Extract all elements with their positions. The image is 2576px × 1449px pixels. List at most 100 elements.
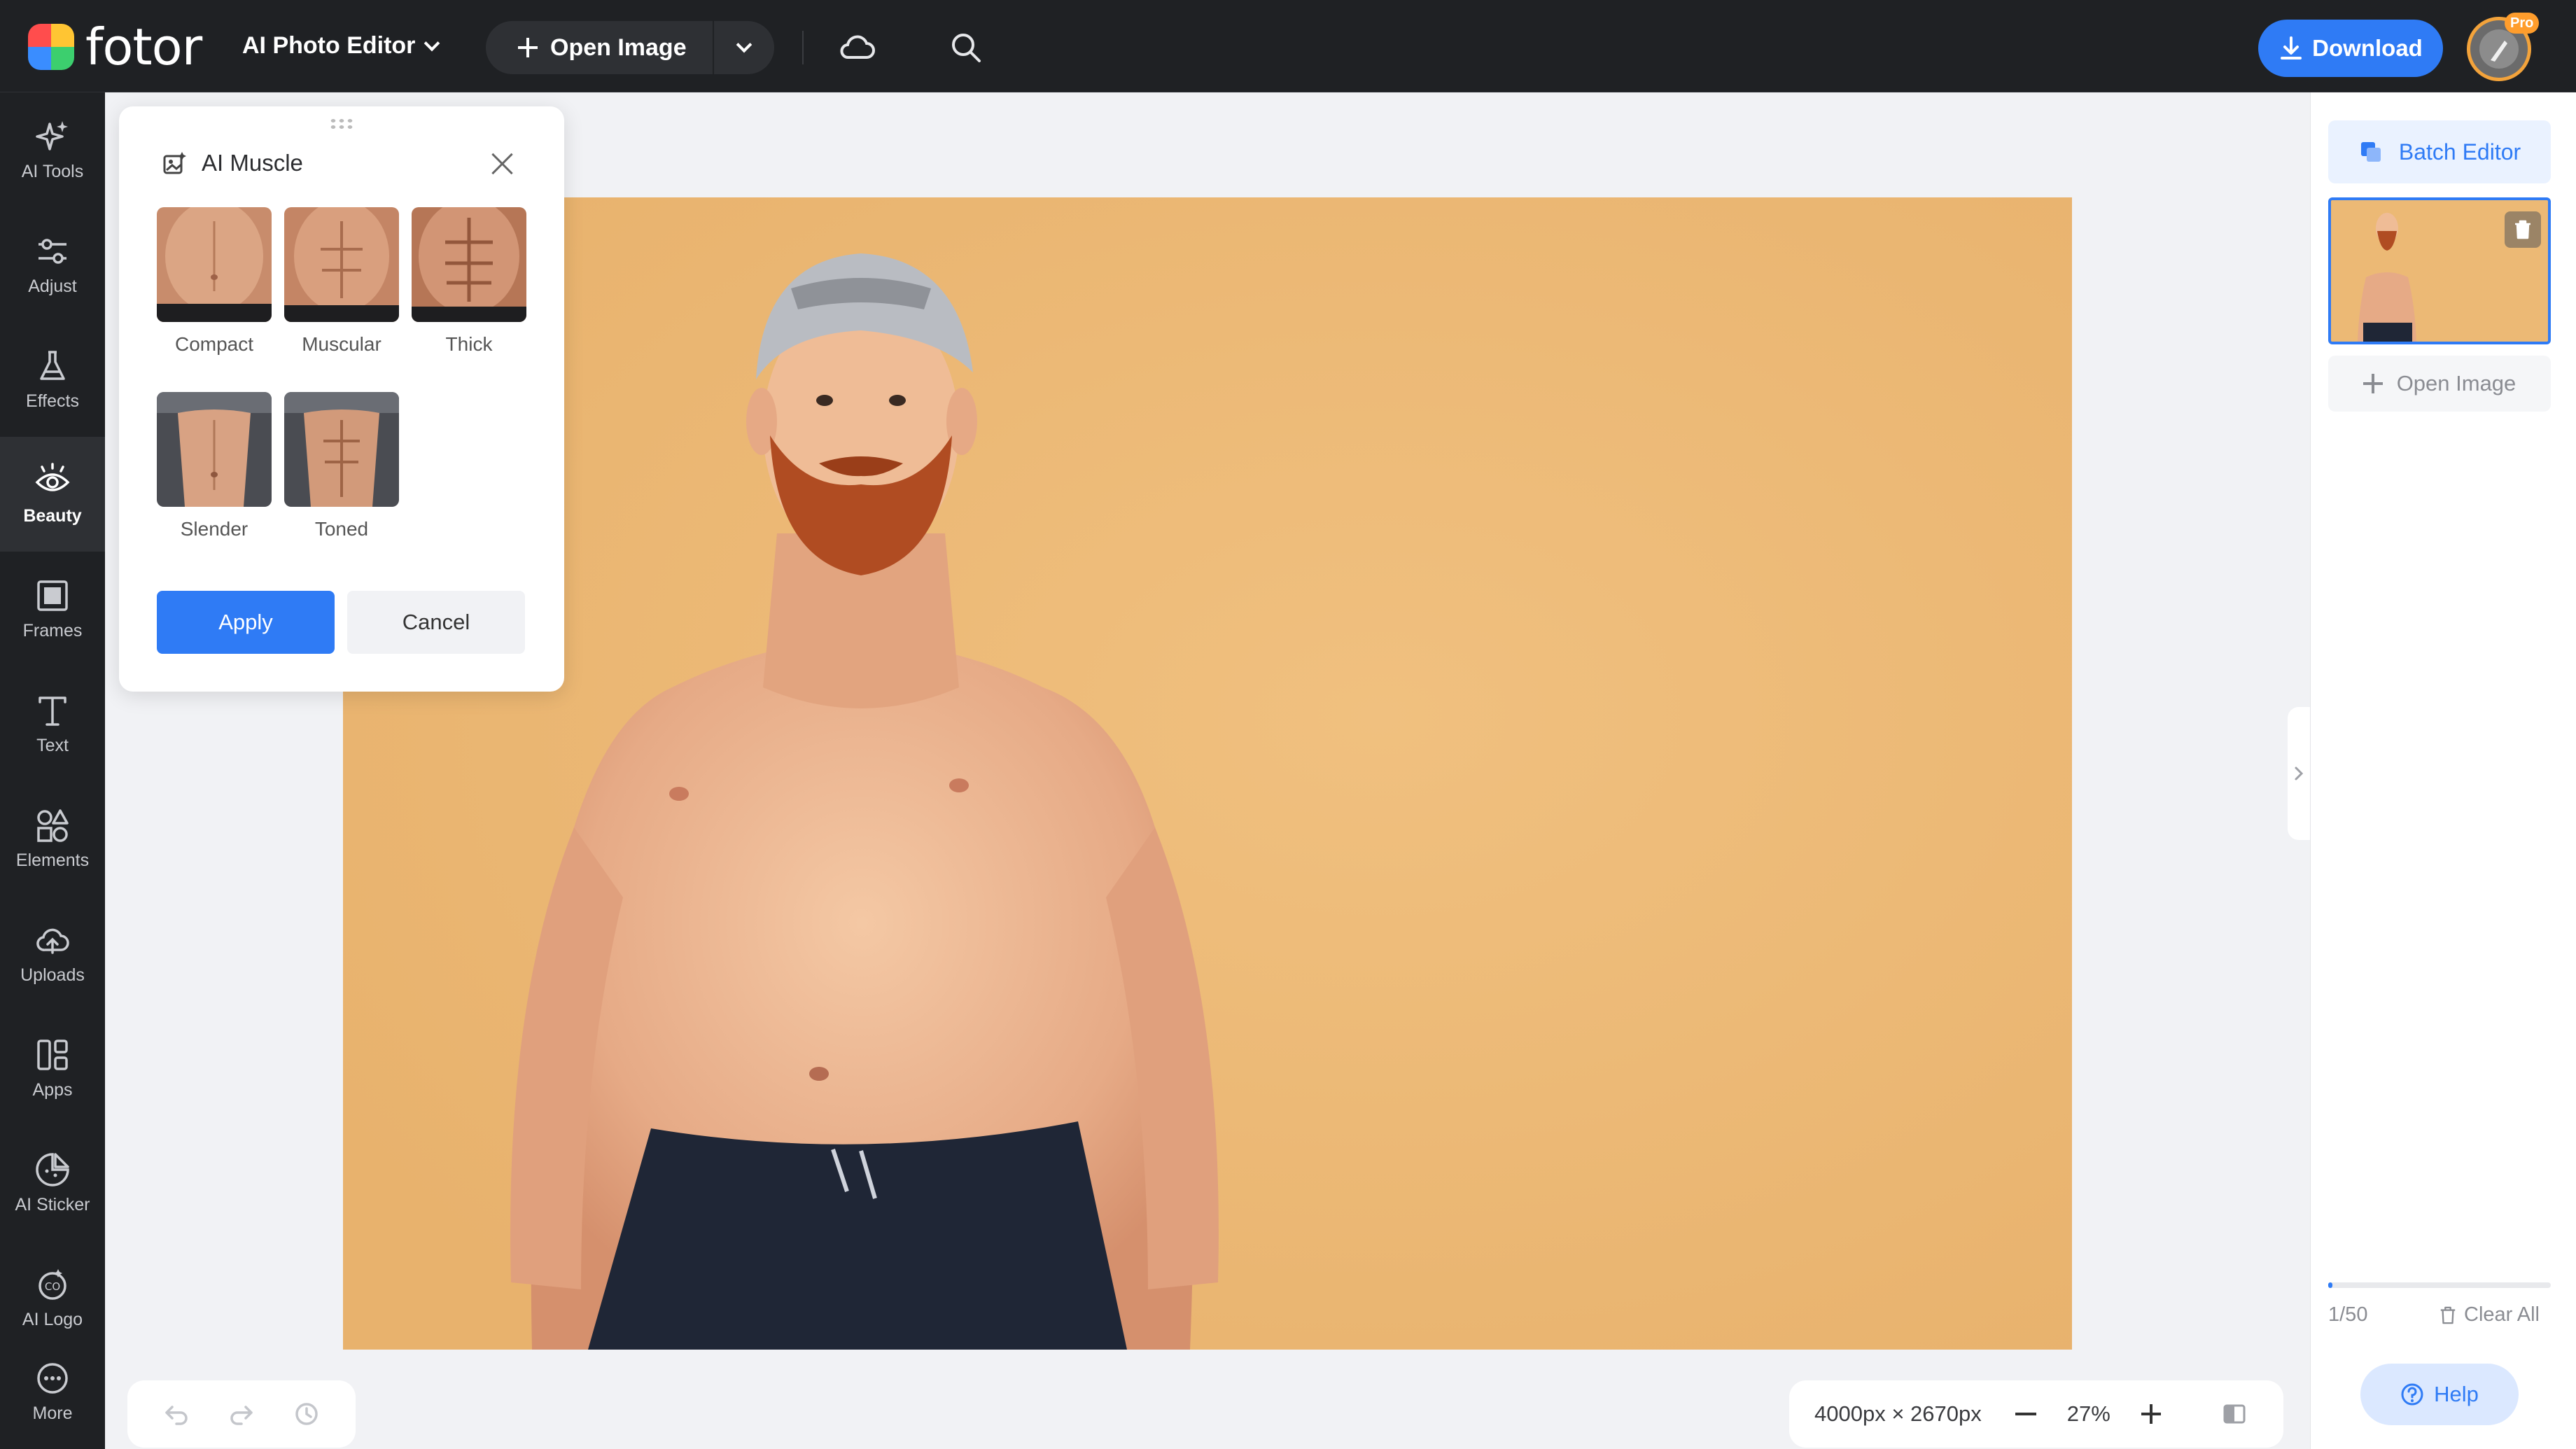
image-thumbnail[interactable]	[2328, 197, 2551, 344]
option-label: Toned	[314, 518, 369, 540]
history-controls	[127, 1380, 356, 1448]
open-image-right-label: Open Image	[2396, 371, 2516, 396]
ai-muscle-panel: AI Muscle Compact Muscular Thick Slender…	[119, 106, 564, 692]
download-label: Download	[2312, 35, 2423, 61]
frame-icon	[37, 580, 68, 611]
muscle-option-thick[interactable]: Thick	[412, 207, 526, 356]
user-avatar-icon	[2479, 29, 2519, 69]
zoom-in-icon[interactable]	[2141, 1404, 2161, 1424]
tool-label: AI Logo	[22, 1309, 83, 1329]
sparkle-icon	[36, 120, 68, 150]
abs-thumbnail-image	[284, 392, 399, 507]
plus-icon	[518, 38, 538, 57]
fotor-logo[interactable]: fotor	[28, 18, 202, 76]
tool-label: Frames	[22, 620, 83, 640]
undo-icon[interactable]	[162, 1400, 190, 1428]
apply-button[interactable]: Apply	[157, 591, 335, 654]
editor-mode-label: AI Photo Editor	[242, 32, 416, 59]
close-icon[interactable]	[489, 150, 517, 178]
batch-icon	[2360, 142, 2381, 162]
batch-progress-bar	[2328, 1282, 2551, 1288]
tool-adjust[interactable]: Adjust	[0, 207, 105, 322]
image-count: 1/50	[2328, 1303, 2368, 1326]
cloud-button[interactable]	[834, 25, 879, 70]
muscle-option-slender[interactable]: Slender	[157, 392, 272, 540]
search-icon	[952, 34, 981, 62]
tool-more[interactable]: More	[0, 1334, 105, 1449]
option-thumbnail	[284, 392, 399, 507]
plus-icon	[2362, 374, 2383, 393]
tool-label: AI Sticker	[15, 1194, 90, 1214]
compare-icon[interactable]	[2222, 1402, 2246, 1426]
option-thumbnail	[284, 207, 399, 322]
option-label: Compact	[174, 333, 254, 355]
tool-label: Effects	[26, 391, 79, 411]
left-toolbar: AI Tools Adjust Effects Beauty Frames Te…	[0, 92, 105, 1449]
panel-title: AI Muscle	[162, 150, 303, 176]
tool-effects[interactable]: Effects	[0, 322, 105, 437]
collapse-panel-button[interactable]	[2288, 707, 2310, 840]
flask-icon	[40, 350, 65, 380]
tool-label: Adjust	[28, 276, 77, 296]
clear-all-button[interactable]: Clear All	[2439, 1303, 2540, 1326]
zoom-level[interactable]: 27%	[2067, 1401, 2110, 1427]
download-button[interactable]: Download	[2258, 20, 2443, 77]
abs-thumbnail-image	[284, 207, 399, 322]
toolbar-divider	[802, 31, 804, 64]
shapes-icon	[37, 808, 69, 842]
tool-ai-tools[interactable]: AI Tools	[0, 92, 105, 207]
sliders-icon	[38, 238, 66, 264]
batch-editor-button[interactable]: Batch Editor	[2328, 120, 2551, 183]
open-image-right-button[interactable]: Open Image	[2328, 356, 2551, 412]
zoom-out-icon[interactable]	[2015, 1413, 2036, 1415]
open-image-dropdown[interactable]	[714, 21, 774, 74]
trash-icon	[2440, 1306, 2456, 1324]
tool-text[interactable]: Text	[0, 666, 105, 781]
tool-beauty[interactable]: Beauty	[0, 437, 105, 552]
tool-apps[interactable]: Apps	[0, 1011, 105, 1126]
tool-label: AI Tools	[21, 161, 84, 181]
history-icon[interactable]	[293, 1400, 321, 1428]
redo-icon[interactable]	[227, 1400, 255, 1428]
option-label: Slender	[180, 518, 248, 540]
ai-muscle-icon	[163, 152, 186, 174]
delete-image-button[interactable]	[2505, 211, 2541, 248]
abs-thumbnail-image	[157, 392, 272, 507]
text-icon	[38, 696, 66, 726]
chevron-down-icon	[736, 36, 752, 53]
muscle-option-toned[interactable]: Toned	[284, 392, 399, 540]
help-button[interactable]: Help	[2360, 1364, 2519, 1425]
search-button[interactable]	[944, 25, 988, 70]
tool-uploads[interactable]: Uploads	[0, 896, 105, 1011]
svg-text:CO: CO	[45, 1280, 60, 1293]
pro-badge: Pro	[2505, 13, 2540, 34]
editor-mode-dropdown[interactable]: AI Photo Editor	[242, 32, 440, 59]
muscle-option-muscular[interactable]: Muscular	[284, 207, 399, 356]
tool-label: Text	[36, 735, 69, 755]
option-label: Thick	[445, 333, 493, 355]
cancel-button[interactable]: Cancel	[347, 591, 525, 654]
edited-photo[interactable]	[343, 197, 2072, 1350]
option-label: Muscular	[302, 333, 382, 355]
clear-all-label: Clear All	[2464, 1303, 2540, 1326]
tool-ai-sticker[interactable]: AI Sticker	[0, 1126, 105, 1240]
logo-icon: CO	[38, 1268, 66, 1300]
apps-icon	[37, 1039, 68, 1070]
panel-title-text: AI Muscle	[202, 150, 303, 176]
drag-handle-icon[interactable]	[329, 118, 354, 130]
open-image-label: Open Image	[550, 34, 687, 61]
tool-elements[interactable]: Elements	[0, 781, 105, 896]
tool-label: Uploads	[20, 965, 85, 985]
muscle-option-compact[interactable]: Compact	[157, 207, 272, 356]
cloud-icon	[840, 35, 875, 59]
logo-text: fotor	[85, 18, 202, 76]
abs-thumbnail-image	[157, 207, 272, 322]
tool-label: Elements	[15, 850, 90, 870]
open-image-button[interactable]: Open Image	[486, 21, 714, 74]
tool-label: Beauty	[23, 505, 82, 526]
fotor-editor: fotor AI Photo Editor Open Image Downloa…	[0, 0, 2576, 1449]
chevron-right-icon	[2295, 766, 2304, 780]
option-thumbnail	[157, 207, 272, 322]
tool-frames[interactable]: Frames	[0, 552, 105, 666]
zoom-bar: 4000px × 2670px 27%	[1789, 1380, 2283, 1448]
